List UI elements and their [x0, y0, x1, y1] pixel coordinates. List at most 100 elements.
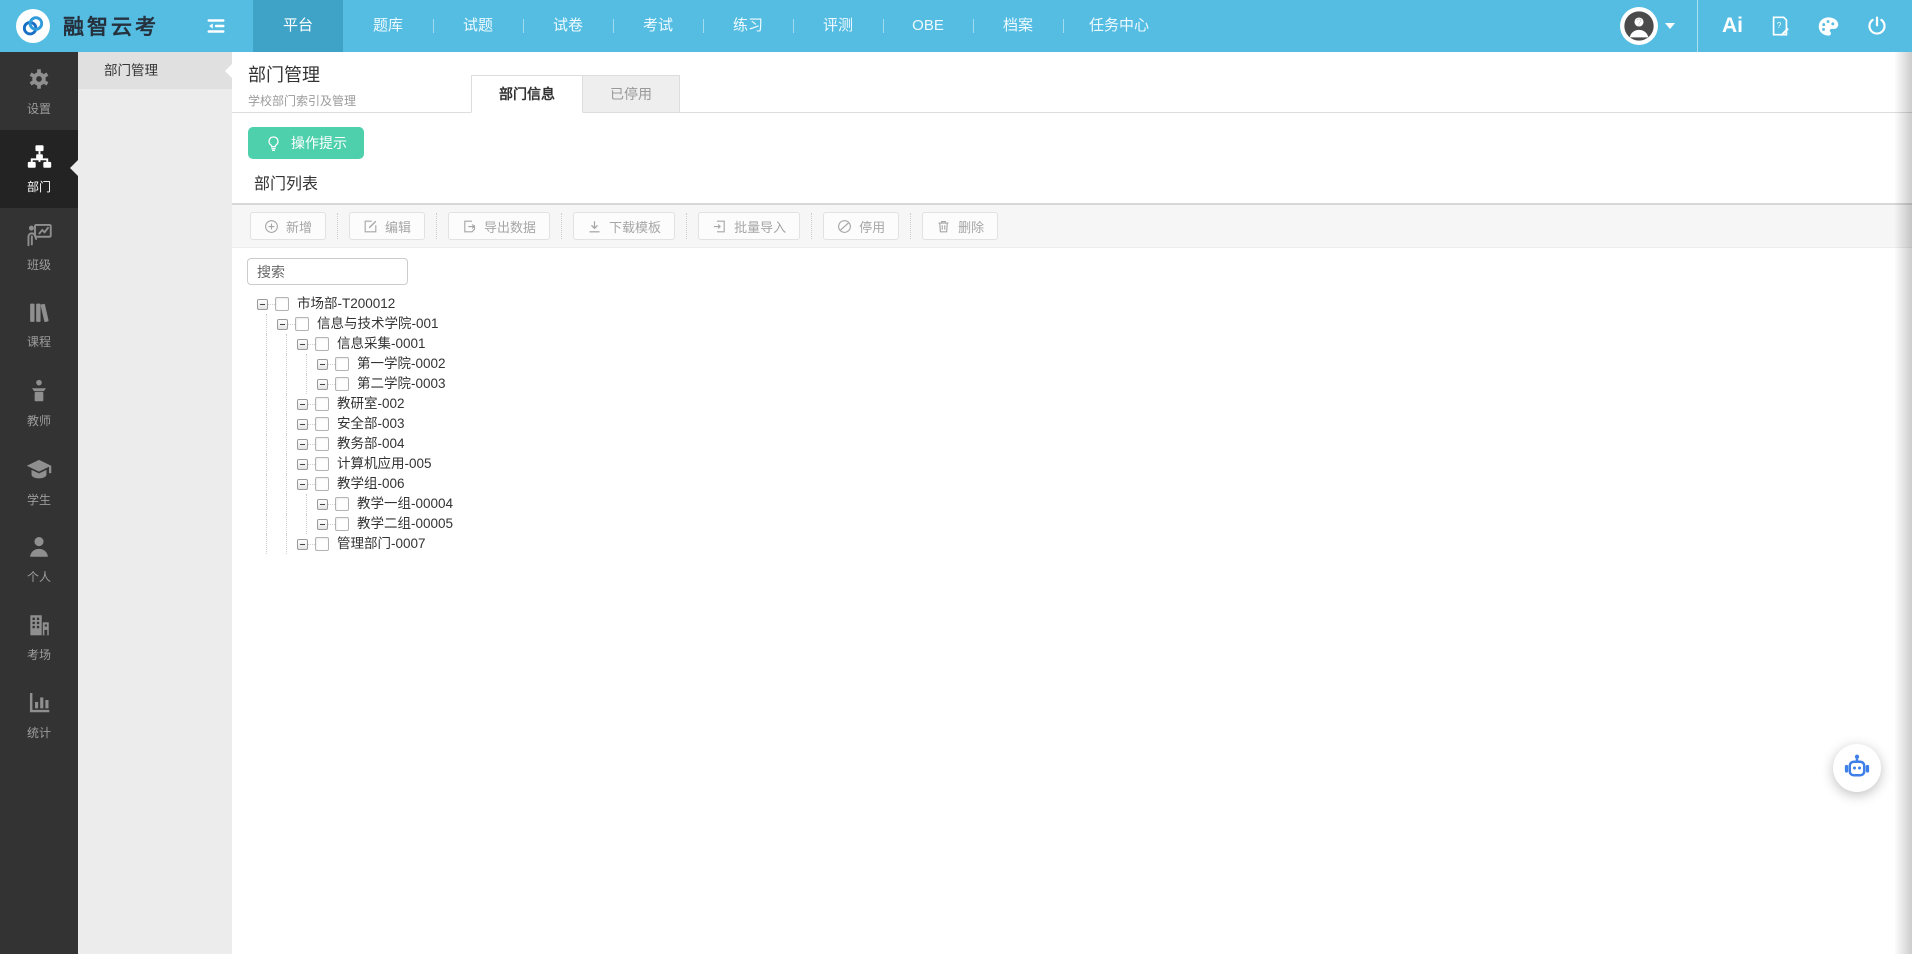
- tree-expander-icon[interactable]: [297, 458, 308, 470]
- sidebar-item[interactable]: 考场: [0, 598, 78, 676]
- logout-power-icon[interactable]: [1866, 15, 1888, 37]
- page-header: 部门管理 学校部门索引及管理 部门信息 已停用: [232, 52, 1912, 113]
- navbar-right: ? Ai ?: [1620, 0, 1912, 52]
- nav-item[interactable]: 任务中心: [1063, 0, 1175, 52]
- tree-indent-guide: [257, 534, 277, 554]
- tree-node-label[interactable]: 信息采集-0001: [337, 334, 426, 354]
- tree-checkbox[interactable]: [315, 477, 329, 491]
- nav-item[interactable]: 档案: [973, 0, 1063, 52]
- toolbar-button[interactable]: 下载模板: [573, 212, 676, 240]
- toolbar-button[interactable]: 新增: [250, 212, 327, 240]
- tree-row: 计算机应用-005: [257, 454, 1912, 474]
- tree-node-label[interactable]: 市场部-T200012: [297, 294, 395, 314]
- sidebar-item[interactable]: 教师: [0, 364, 78, 442]
- sidebar-item[interactable]: 设置: [0, 52, 78, 130]
- tree-row: 教学组-006: [257, 474, 1912, 494]
- avatar[interactable]: ?: [1620, 7, 1658, 45]
- toolbar-button-icon: [936, 219, 951, 234]
- nav-item[interactable]: 考试: [613, 0, 703, 52]
- tab[interactable]: 已停用: [583, 75, 680, 113]
- nav-item[interactable]: OBE: [883, 0, 973, 52]
- tree-expander-icon[interactable]: [297, 438, 308, 450]
- tree-expander-icon[interactable]: [277, 318, 288, 330]
- toolbar-button-icon: [462, 219, 477, 234]
- assistant-robot-button[interactable]: [1833, 744, 1881, 792]
- ai-icon[interactable]: Ai: [1722, 14, 1743, 38]
- tree-node-label[interactable]: 教研室-002: [337, 394, 405, 414]
- tree-node-label[interactable]: 计算机应用-005: [337, 454, 432, 474]
- tree-connector: [328, 523, 335, 525]
- user-menu[interactable]: ?: [1620, 7, 1675, 45]
- tree-node-label[interactable]: 安全部-003: [337, 414, 405, 434]
- tree-indent-guide: [277, 454, 297, 474]
- sidebar-item-icon: [26, 221, 53, 248]
- tab[interactable]: 部门信息: [471, 75, 583, 113]
- tree-node-label[interactable]: 管理部门-0007: [337, 534, 426, 554]
- tree-expander-icon[interactable]: [257, 298, 268, 310]
- sidebar-item-label: 学生: [26, 492, 51, 507]
- sidebar-item[interactable]: 班级: [0, 208, 78, 286]
- sidebar-item[interactable]: 个人: [0, 520, 78, 598]
- nav-item[interactable]: 平台: [253, 0, 343, 52]
- tree-expander-icon[interactable]: [297, 338, 308, 350]
- icon-sidebar: 设置 部门 班级 课程 教师 学生 个人 考场 统计: [0, 52, 78, 954]
- tree-expander-icon[interactable]: [317, 498, 328, 510]
- tree-checkbox[interactable]: [315, 437, 329, 451]
- sidebar-fold-icon[interactable]: [205, 15, 227, 37]
- tree-checkbox[interactable]: [315, 337, 329, 351]
- tree-checkbox[interactable]: [315, 417, 329, 431]
- tree-indent-guide: [297, 374, 317, 394]
- tree-checkbox[interactable]: [315, 457, 329, 471]
- toolbar-separator: [686, 213, 688, 239]
- search-input[interactable]: [247, 258, 408, 285]
- tree-expander-icon[interactable]: [317, 358, 328, 370]
- top-navbar: 融智云考 平台 题库 试题 试卷 考试 练习 评测 OBE 档案 任务中心 ?: [0, 0, 1912, 52]
- tree-checkbox[interactable]: [295, 317, 309, 331]
- tree-connector: [308, 463, 315, 465]
- theme-palette-icon[interactable]: [1817, 15, 1840, 38]
- tree-node-label[interactable]: 信息与技术学院-001: [317, 314, 439, 334]
- tree-node-label[interactable]: 教务部-004: [337, 434, 405, 454]
- tree-checkbox[interactable]: [335, 497, 349, 511]
- tree-row: 教研室-002: [257, 394, 1912, 414]
- help-doc-icon[interactable]: ?: [1769, 15, 1791, 37]
- submenu-item[interactable]: 部门管理: [78, 52, 232, 89]
- tree-checkbox[interactable]: [335, 377, 349, 391]
- tree-indent-guide: [257, 414, 277, 434]
- sidebar-item[interactable]: 学生: [0, 442, 78, 520]
- tree-node-label[interactable]: 第二学院-0003: [357, 374, 446, 394]
- sidebar-item[interactable]: 课程: [0, 286, 78, 364]
- tree-expander-icon[interactable]: [297, 398, 308, 410]
- nav-item[interactable]: 评测: [793, 0, 883, 52]
- tree-checkbox[interactable]: [315, 397, 329, 411]
- nav-item[interactable]: 题库: [343, 0, 433, 52]
- toolbar-button[interactable]: 导出数据: [448, 212, 551, 240]
- tree-expander-icon[interactable]: [317, 518, 328, 530]
- toolbar-button[interactable]: 编辑: [349, 212, 426, 240]
- toolbar-button[interactable]: 停用: [823, 212, 900, 240]
- toolbar-button[interactable]: 删除: [922, 212, 999, 240]
- sidebar-item-label: 部门: [26, 180, 51, 194]
- tree-row: 第二学院-0003: [257, 374, 1912, 394]
- sidebar-item[interactable]: 部门: [0, 130, 78, 208]
- tree-checkbox[interactable]: [315, 537, 329, 551]
- tree-checkbox[interactable]: [335, 517, 349, 531]
- nav-item[interactable]: 练习: [703, 0, 793, 52]
- tree-expander-icon[interactable]: [297, 418, 308, 430]
- tree-indent-guide: [257, 314, 277, 334]
- tree-checkbox[interactable]: [335, 357, 349, 371]
- tree-node-label[interactable]: 教学组-006: [337, 474, 405, 494]
- tree-checkbox[interactable]: [275, 297, 289, 311]
- tree-node-label[interactable]: 教学二组-00005: [357, 514, 453, 534]
- hint-button[interactable]: 操作提示: [248, 127, 364, 159]
- tree-expander-icon[interactable]: [317, 378, 328, 390]
- tree-expander-icon[interactable]: [297, 538, 308, 550]
- tree-expander-icon[interactable]: [297, 478, 308, 490]
- tree-node-label[interactable]: 教学一组-00004: [357, 494, 453, 514]
- nav-item[interactable]: 试题: [433, 0, 523, 52]
- tree-node-label[interactable]: 第一学院-0002: [357, 354, 446, 374]
- toolbar-button[interactable]: 批量导入: [698, 212, 801, 240]
- app-logo: [16, 9, 50, 43]
- nav-item[interactable]: 试卷: [523, 0, 613, 52]
- sidebar-item[interactable]: 统计: [0, 676, 78, 754]
